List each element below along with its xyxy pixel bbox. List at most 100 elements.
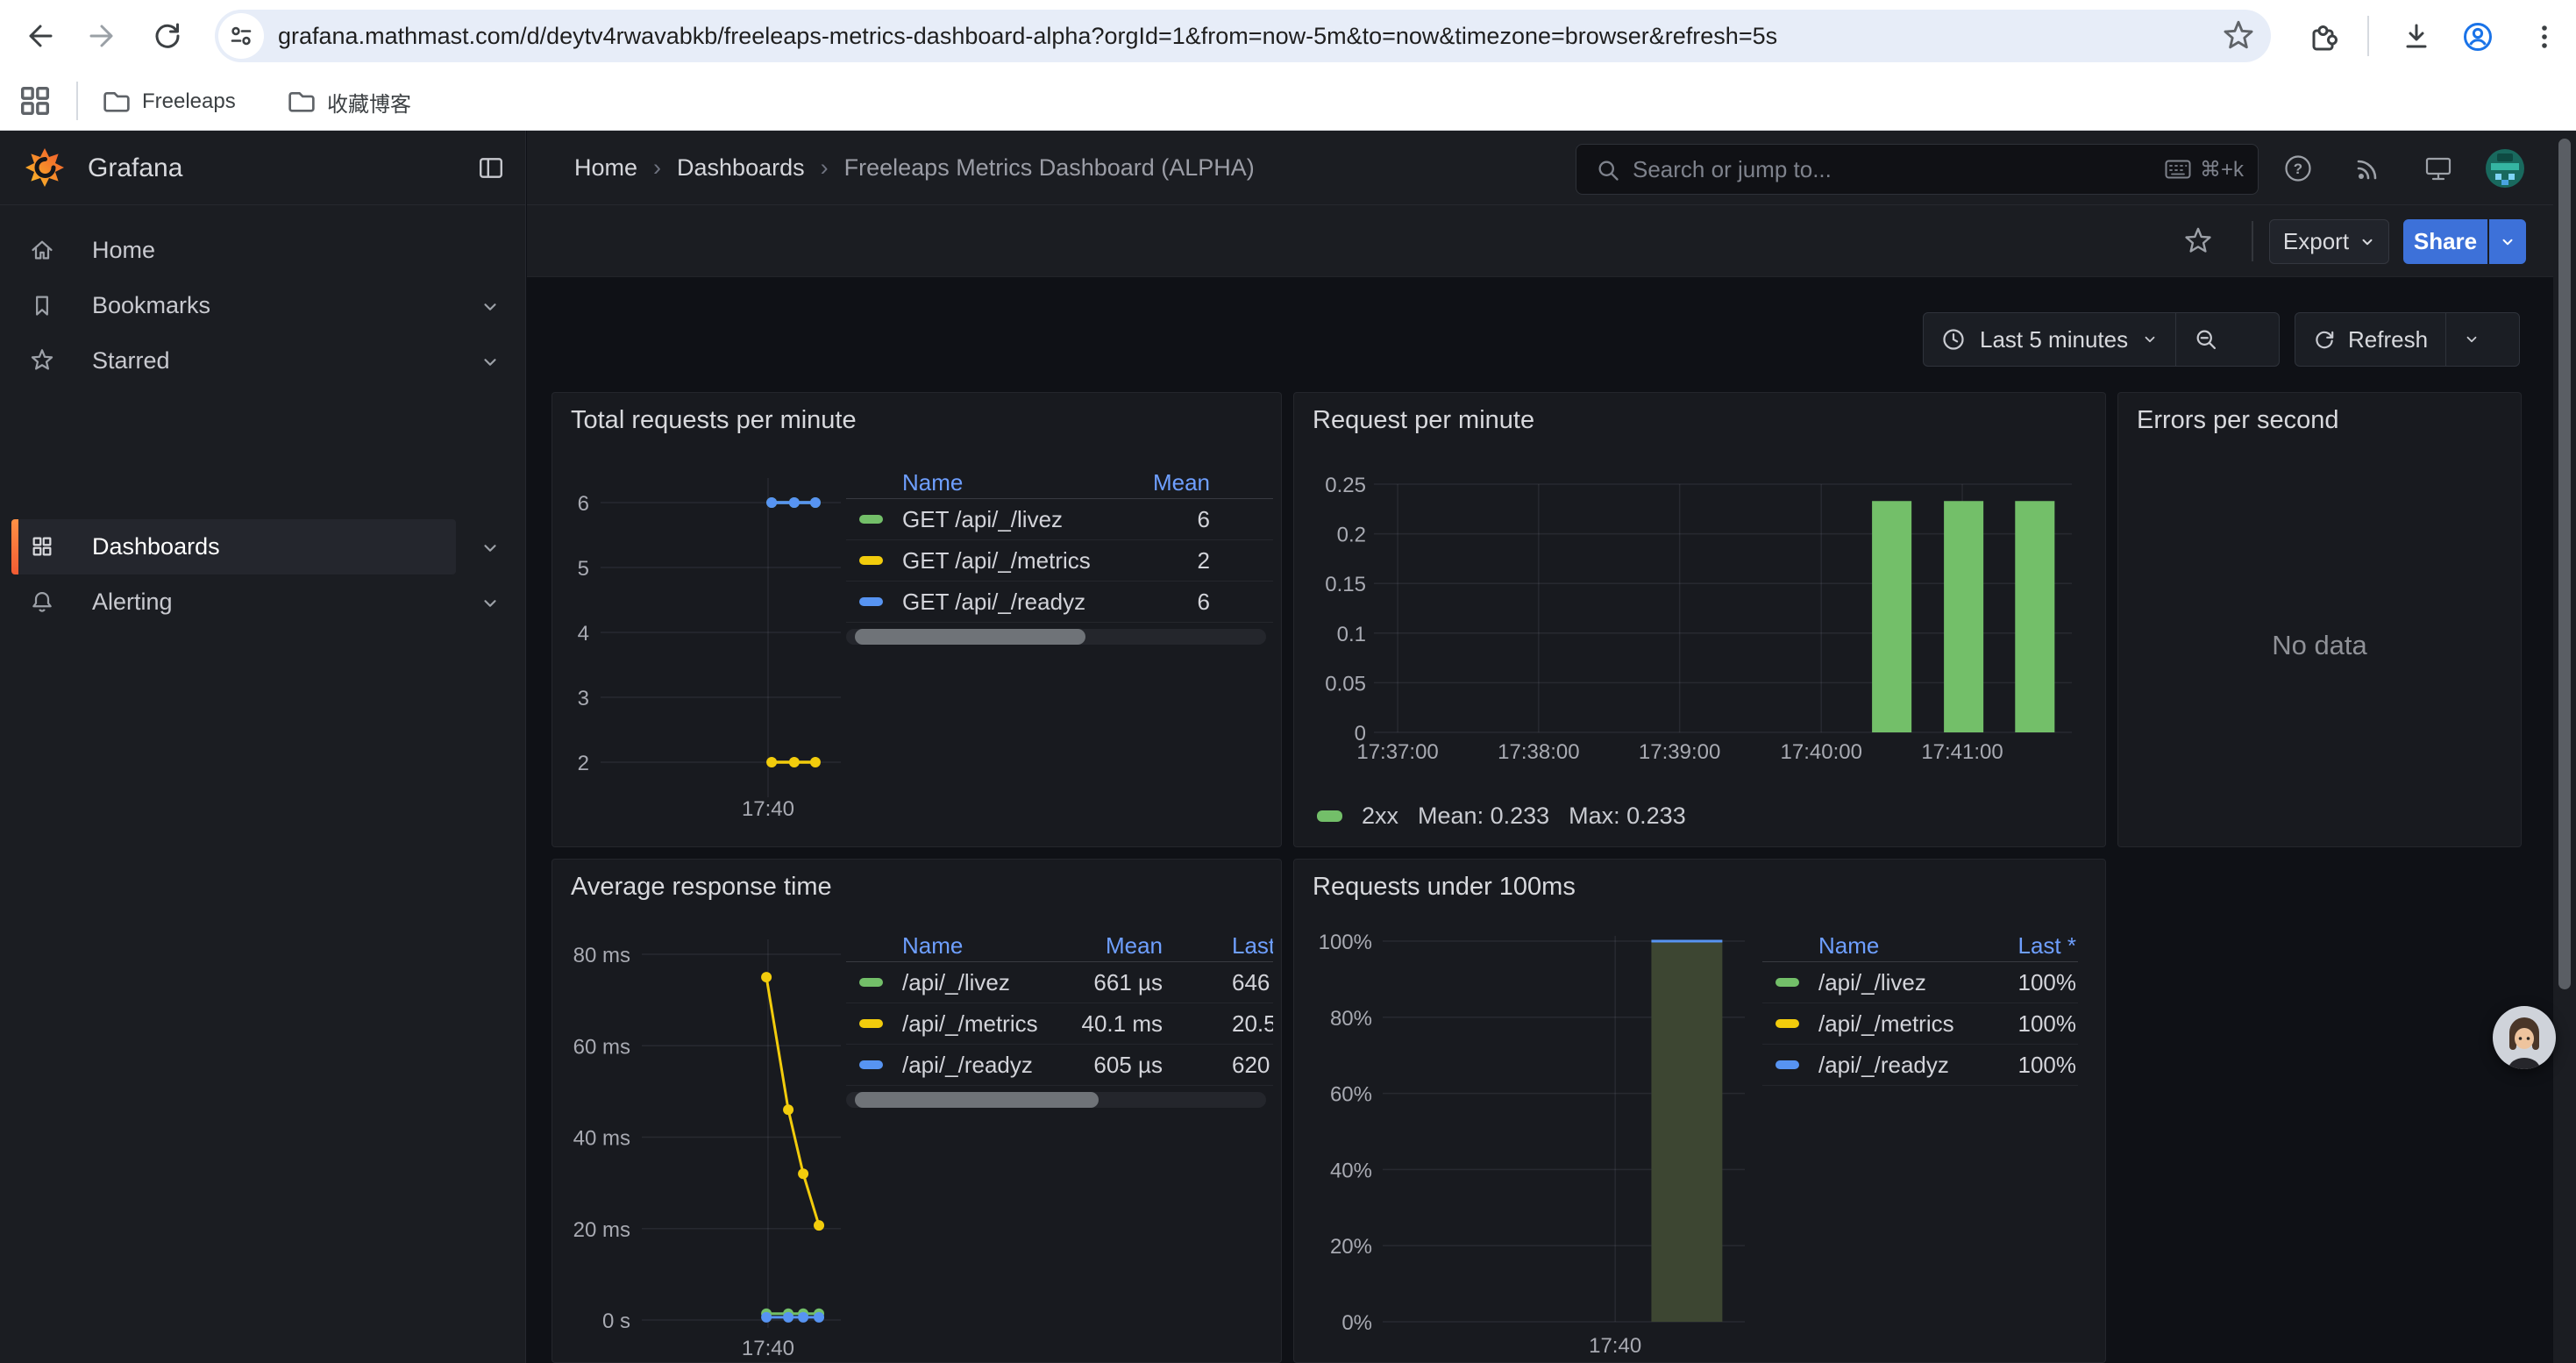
legend-row[interactable]: GET /api/_/livez6 bbox=[846, 499, 1273, 540]
rss-icon[interactable] bbox=[2353, 153, 2383, 183]
sidebar-item-label: Starred bbox=[92, 333, 170, 389]
help-icon[interactable]: ? bbox=[2283, 153, 2313, 183]
bookmarks-divider bbox=[76, 82, 78, 120]
zoom-out-button[interactable] bbox=[2176, 313, 2236, 366]
chart-average-response-time[interactable]: 80 ms60 ms40 ms20 ms0 s17:40 bbox=[560, 929, 858, 1363]
forward-icon[interactable] bbox=[85, 19, 118, 53]
sidebar-item-starred[interactable]: Starred bbox=[0, 333, 526, 389]
bookmark-star-icon[interactable] bbox=[2222, 19, 2255, 53]
apps-grid-icon[interactable] bbox=[18, 83, 51, 117]
legend-value: 100% bbox=[1980, 969, 2076, 996]
sidebar-item-home[interactable]: Home bbox=[0, 223, 526, 278]
home-icon bbox=[30, 238, 54, 262]
svg-text:0 s: 0 s bbox=[602, 1309, 630, 1333]
legend-row[interactable]: /api/_/livez100% bbox=[1762, 962, 2078, 1003]
legend-table: NameMeanLast */api/_/livez661 µs646 µs/a… bbox=[846, 931, 1273, 1108]
legend-series-name: /api/_/livez bbox=[902, 969, 1049, 996]
bookmark-folder-blogs[interactable]: 收藏博客 bbox=[287, 82, 411, 121]
legend-row[interactable]: GET /api/_/metrics2 bbox=[846, 540, 1273, 582]
legend-row[interactable]: /api/_/livez661 µs646 µs bbox=[846, 962, 1273, 1003]
legend-hscrollbar[interactable] bbox=[846, 1092, 1266, 1108]
panel-title[interactable]: Errors per second bbox=[2137, 406, 2339, 435]
svg-text:2: 2 bbox=[578, 752, 589, 775]
back-icon[interactable] bbox=[24, 19, 57, 53]
chart-requests-under-100ms[interactable]: 100%80%60%40%20%0%17:40 bbox=[1298, 929, 1841, 1363]
bookmark-icon bbox=[30, 293, 54, 318]
extensions-icon[interactable] bbox=[2305, 19, 2338, 53]
export-button[interactable]: Export bbox=[2269, 219, 2389, 264]
menu-icon[interactable] bbox=[2527, 19, 2560, 53]
search-input[interactable]: Search or jump to... ⌘+k bbox=[1576, 144, 2259, 195]
chevron-down-icon[interactable] bbox=[480, 353, 500, 372]
sidebar-item-bookmarks[interactable]: Bookmarks bbox=[0, 278, 526, 333]
sidebar-item-label: Home bbox=[92, 223, 155, 278]
refresh-interval-dropdown[interactable] bbox=[2446, 313, 2497, 366]
profile-icon[interactable] bbox=[2460, 19, 2494, 53]
reload-icon[interactable] bbox=[151, 19, 184, 53]
legend-column-header[interactable]: Mean bbox=[1049, 932, 1163, 960]
sidebar-item-alerting[interactable]: Alerting bbox=[0, 574, 526, 630]
share-button[interactable]: Share bbox=[2403, 219, 2487, 264]
bookmark-folder-freeleaps[interactable]: Freeleaps bbox=[102, 82, 236, 121]
legend-column-header[interactable]: Last * bbox=[1163, 932, 1268, 960]
user-avatar[interactable] bbox=[2485, 148, 2525, 189]
svg-text:0.1: 0.1 bbox=[1337, 623, 1366, 646]
breadcrumb-home[interactable]: Home bbox=[574, 154, 637, 182]
search-shortcut: ⌘+k bbox=[2165, 157, 2244, 182]
legend-column-header[interactable]: Name bbox=[902, 932, 1049, 960]
browser-toolbar: grafana.mathmast.com/d/deytv4rwavabkb/fr… bbox=[0, 0, 2576, 72]
svg-text:20%: 20% bbox=[1330, 1235, 1372, 1259]
panel-title[interactable]: Average response time bbox=[571, 873, 832, 902]
monitor-icon[interactable] bbox=[2423, 153, 2453, 183]
svg-text:40%: 40% bbox=[1330, 1159, 1372, 1182]
time-range-picker[interactable]: Last 5 minutes bbox=[1923, 312, 2280, 367]
chevron-down-icon[interactable] bbox=[480, 594, 500, 613]
downloads-icon[interactable] bbox=[2399, 19, 2432, 53]
legend-row[interactable]: /api/_/metrics100% bbox=[1762, 1003, 2078, 1045]
svg-text:60 ms: 60 ms bbox=[573, 1035, 630, 1059]
legend-row[interactable]: GET /api/_/readyz6 bbox=[846, 582, 1273, 623]
legend-max: Max: 0.233 bbox=[1569, 803, 1686, 830]
brand-name[interactable]: Grafana bbox=[88, 131, 182, 205]
grafana-logo[interactable] bbox=[25, 147, 65, 188]
refresh-button[interactable]: Refresh bbox=[2295, 313, 2445, 366]
chevron-down-icon[interactable] bbox=[480, 297, 500, 317]
chart-total-requests[interactable]: 6543217:40 bbox=[560, 462, 858, 839]
scrollbar-thumb[interactable] bbox=[2558, 139, 2571, 989]
dock-menu-icon[interactable] bbox=[478, 155, 504, 182]
scrollbar-thumb[interactable] bbox=[855, 1092, 1099, 1108]
legend-column-header[interactable]: Name bbox=[1818, 932, 1980, 960]
scrollbar-thumb[interactable] bbox=[855, 629, 1085, 645]
share-dropdown-button[interactable] bbox=[2489, 219, 2526, 264]
breadcrumb-dashboards[interactable]: Dashboards bbox=[677, 154, 805, 182]
svg-text:17:39:00: 17:39:00 bbox=[1639, 740, 1720, 764]
url-bar[interactable]: grafana.mathmast.com/d/deytv4rwavabkb/fr… bbox=[215, 10, 2271, 62]
floating-avatar[interactable] bbox=[2493, 1006, 2556, 1069]
sidebar-item-dashboards[interactable]: Dashboards bbox=[0, 519, 526, 574]
chevron-down-icon[interactable] bbox=[480, 539, 500, 558]
legend-column-header[interactable]: Mean bbox=[1105, 469, 1210, 496]
legend-row[interactable]: /api/_/readyz605 µs620 µs bbox=[846, 1045, 1273, 1086]
svg-text:80%: 80% bbox=[1330, 1007, 1372, 1031]
panel-title[interactable]: Requests under 100ms bbox=[1313, 873, 1576, 902]
chart-request-per-minute[interactable]: 0.250.20.150.10.05017:37:0017:38:0017:39… bbox=[1298, 456, 2113, 781]
legend-row[interactable]: /api/_/metrics40.1 ms20.5 ms bbox=[846, 1003, 1273, 1045]
site-settings-icon[interactable] bbox=[218, 13, 264, 59]
favorite-star-icon[interactable] bbox=[2183, 226, 2213, 256]
active-item-highlight bbox=[11, 519, 456, 574]
legend-row[interactable]: /api/_/readyz100% bbox=[1762, 1045, 2078, 1086]
legend-table: NameLast */api/_/livez100%/api/_/metrics… bbox=[1762, 931, 2078, 1086]
legend-swatch[interactable] bbox=[1317, 810, 1342, 822]
svg-text:17:40:00: 17:40:00 bbox=[1781, 740, 1862, 764]
legend-column-header[interactable]: Name bbox=[902, 469, 1105, 496]
legend-value: 620 µs bbox=[1163, 1052, 1268, 1079]
panel-title[interactable]: Total requests per minute bbox=[571, 406, 857, 435]
legend-value: 100% bbox=[1980, 1010, 2076, 1038]
legend-hscrollbar[interactable] bbox=[846, 629, 1266, 645]
legend-series-name[interactable]: 2xx bbox=[1362, 803, 1398, 830]
legend-column-header[interactable]: Last * bbox=[1980, 932, 2076, 960]
panel-title[interactable]: Request per minute bbox=[1313, 406, 1534, 435]
bookmark-label: 收藏博客 bbox=[327, 87, 411, 118]
legend-value: 605 µs bbox=[1049, 1052, 1163, 1079]
action-divider bbox=[2252, 221, 2253, 261]
